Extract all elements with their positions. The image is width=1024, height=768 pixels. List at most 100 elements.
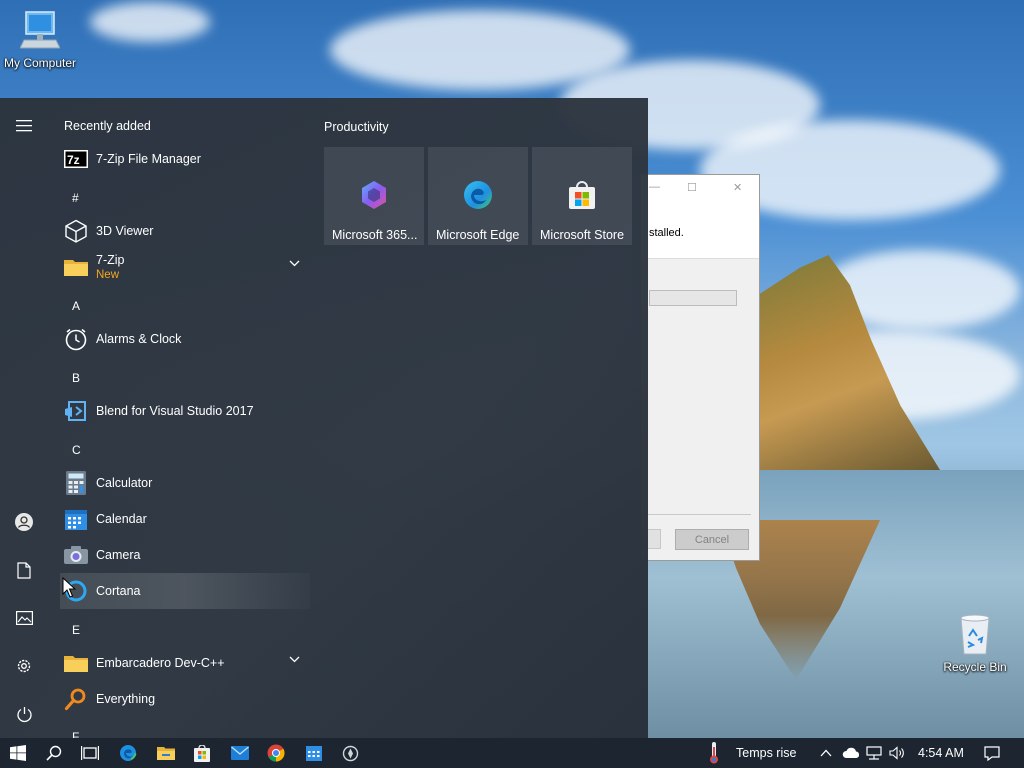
- gear-icon: [17, 659, 31, 673]
- app-label: Blend for Visual Studio 2017: [96, 404, 254, 418]
- tile-label: Microsoft 365...: [332, 228, 418, 242]
- app-label: 7-Zip New: [96, 253, 124, 281]
- divider: [641, 514, 751, 515]
- app-item-7zip-folder[interactable]: 7-Zip New: [60, 249, 310, 285]
- installer-dialog: — ☐ ✕ stalled. Cancel: [640, 174, 760, 561]
- app-label: Camera: [96, 548, 141, 562]
- clock-time[interactable]: 4:54 AM: [918, 746, 964, 760]
- section-letter[interactable]: C: [72, 443, 81, 457]
- tile-area: Productivity Microsoft 365... Microsoft …: [324, 98, 644, 298]
- volume-icon[interactable]: [889, 746, 905, 760]
- mouse-pointer-icon: [62, 577, 76, 598]
- app-item-alarms-clock[interactable]: Alarms & Clock: [60, 321, 310, 357]
- section-letter[interactable]: A: [72, 299, 80, 313]
- taskbar-app[interactable]: [332, 738, 368, 768]
- pictures-button[interactable]: [0, 594, 48, 642]
- store-icon: [569, 181, 595, 209]
- user-icon: [15, 513, 33, 531]
- chevron-up-icon[interactable]: [820, 749, 832, 757]
- start-menu: Recently added 7z 7-Zip File Manager # 3…: [0, 98, 648, 738]
- expand-menu-button[interactable]: [0, 102, 48, 150]
- network-icon[interactable]: [866, 746, 882, 760]
- my-computer-desktop-icon[interactable]: My Computer: [0, 10, 80, 70]
- folder-icon: [63, 650, 89, 676]
- dialog-message: stalled.: [649, 227, 684, 239]
- chevron-down-icon[interactable]: [289, 656, 300, 663]
- app-item-cortana[interactable]: Cortana: [60, 573, 310, 609]
- taskbar-chrome[interactable]: [258, 738, 294, 768]
- app-label: 3D Viewer: [96, 224, 154, 238]
- section-letter[interactable]: B: [72, 371, 80, 385]
- settings-button[interactable]: [0, 642, 48, 690]
- weather-text[interactable]: Temps rise: [736, 746, 796, 760]
- section-letter[interactable]: #: [72, 191, 79, 205]
- calendar-icon: [63, 506, 89, 532]
- app-label: Alarms & Clock: [96, 332, 182, 346]
- minimize-icon[interactable]: —: [649, 181, 660, 193]
- app-label: Calculator: [96, 476, 153, 490]
- svg-text:7z: 7z: [67, 153, 80, 167]
- tile-label: Microsoft Store: [540, 228, 625, 242]
- app-item-calendar[interactable]: Calendar: [60, 501, 310, 537]
- start-button[interactable]: [0, 738, 36, 768]
- taskbar-store[interactable]: [184, 738, 220, 768]
- taskbar-file-explorer[interactable]: [148, 738, 184, 768]
- close-icon[interactable]: ✕: [733, 181, 742, 194]
- app-label: Cortana: [96, 584, 141, 598]
- app-item-calculator[interactable]: Calculator: [60, 465, 310, 501]
- tile-microsoft-edge[interactable]: Microsoft Edge: [428, 147, 528, 245]
- user-account-button[interactable]: [0, 498, 48, 546]
- tile-microsoft-store[interactable]: Microsoft Store: [532, 147, 632, 245]
- app-item-embarcadero-devcpp[interactable]: Embarcadero Dev-C++: [60, 645, 310, 681]
- recycle-bin-icon: [960, 614, 990, 655]
- taskbar-edge[interactable]: [110, 738, 146, 768]
- power-icon: [16, 706, 32, 722]
- dialog-titlebar: — ☐ ✕: [641, 175, 759, 201]
- app-item-everything[interactable]: Everything: [60, 681, 310, 717]
- task-view-icon: [81, 746, 99, 760]
- app-item-blend[interactable]: Blend for Visual Studio 2017: [60, 393, 310, 429]
- documents-button[interactable]: [0, 546, 48, 594]
- taskbar-calendar[interactable]: [296, 738, 332, 768]
- tile-microsoft-365[interactable]: Microsoft 365...: [324, 147, 424, 245]
- app-item-camera[interactable]: Camera: [60, 537, 310, 573]
- notification-icon[interactable]: [984, 746, 1000, 761]
- windows-logo-icon: [10, 745, 26, 761]
- app-label: 7-Zip File Manager: [96, 152, 201, 166]
- file-explorer-icon: [157, 747, 175, 760]
- taskbar: Temps rise 4:54 AM: [0, 738, 1024, 768]
- app-item-7zip-file-manager[interactable]: 7z 7-Zip File Manager: [60, 141, 310, 177]
- chrome-icon: [267, 744, 285, 762]
- start-rail: [0, 98, 48, 738]
- task-view-button[interactable]: [72, 738, 108, 768]
- app-label: Embarcadero Dev-C++: [96, 656, 225, 670]
- app-label: Calendar: [96, 512, 147, 526]
- store-icon: [194, 744, 210, 762]
- mail-icon: [231, 746, 249, 760]
- desktop-icon-label: My Computer: [3, 56, 77, 70]
- cancel-button[interactable]: Cancel: [675, 529, 749, 550]
- cube-icon: [63, 218, 89, 244]
- search-icon: [46, 745, 62, 761]
- calculator-icon: [63, 470, 89, 496]
- app-list: Recently added 7z 7-Zip File Manager # 3…: [48, 98, 310, 738]
- recycle-bin-desktop-icon[interactable]: Recycle Bin: [935, 612, 1015, 674]
- edge-icon: [120, 745, 137, 761]
- desktop-icon-label: Recycle Bin: [943, 660, 1007, 674]
- edge-icon: [464, 181, 492, 209]
- power-button[interactable]: [0, 690, 48, 738]
- computer-icon: [20, 11, 60, 49]
- app-name: 7-Zip: [96, 253, 125, 267]
- document-icon: [17, 561, 31, 579]
- cloud-icon[interactable]: [842, 747, 860, 759]
- app-item-3d-viewer[interactable]: 3D Viewer: [60, 213, 310, 249]
- maximize-icon[interactable]: ☐: [687, 181, 697, 194]
- tile-group-title[interactable]: Productivity: [324, 120, 389, 134]
- thermometer-icon[interactable]: [707, 741, 721, 765]
- chevron-down-icon[interactable]: [289, 260, 300, 267]
- app-label: Everything: [96, 692, 156, 706]
- section-letter[interactable]: F: [72, 730, 79, 738]
- section-letter[interactable]: E: [72, 623, 80, 637]
- taskbar-mail[interactable]: [222, 738, 258, 768]
- search-button[interactable]: [36, 738, 72, 768]
